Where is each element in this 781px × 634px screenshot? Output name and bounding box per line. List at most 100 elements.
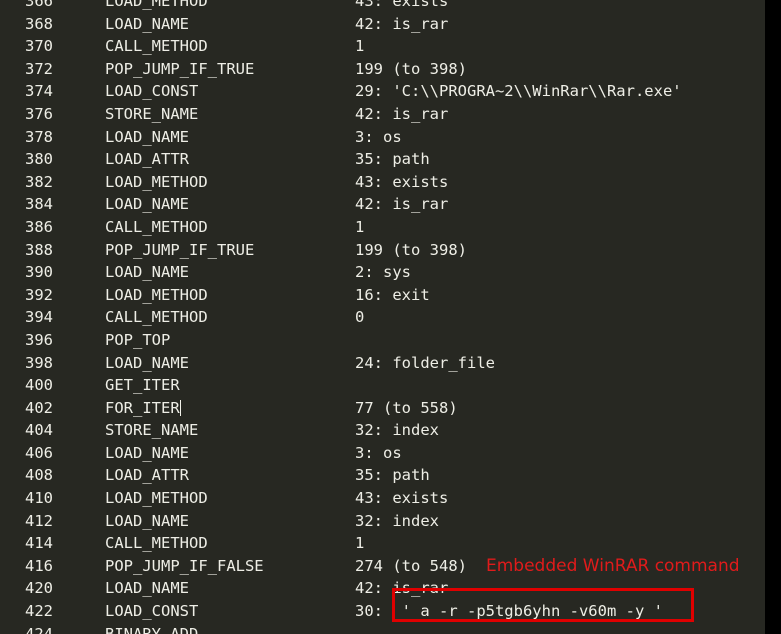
bytecode-argument: 42: is_rar [355, 103, 448, 126]
bytecode-argument: 32: index [355, 419, 439, 442]
bytecode-argument: 1 [355, 532, 364, 555]
disassembly-row[interactable]: 388 POP_JUMP_IF_TRUE 199 (to 398) [0, 239, 765, 262]
bytecode-offset: 376 [25, 103, 53, 126]
bytecode-offset: 408 [25, 464, 53, 487]
bytecode-opcode: POP_TOP [105, 329, 170, 352]
bytecode-offset: 386 [25, 216, 53, 239]
bytecode-offset: 420 [25, 577, 53, 600]
bytecode-opcode: LOAD_NAME [105, 352, 189, 375]
disassembly-row[interactable]: 410 LOAD_METHOD 43: exists [0, 487, 765, 510]
bytecode-argument: 35: path [355, 148, 430, 171]
bytecode-offset: 388 [25, 239, 53, 262]
bytecode-offset: 382 [25, 171, 53, 194]
disassembly-row[interactable]: 380 LOAD_ATTR 35: path [0, 148, 765, 171]
bytecode-offset: 422 [25, 600, 53, 623]
bytecode-opcode: LOAD_CONST [105, 600, 198, 623]
bytecode-opcode: POP_JUMP_IF_TRUE [105, 239, 254, 262]
disassembly-row[interactable]: 370CALL_METHOD1 [0, 35, 765, 58]
bytecode-offset: 370 [25, 35, 53, 58]
disassembly-row[interactable]: 396 POP_TOP [0, 329, 765, 352]
bytecode-offset: 402 [25, 397, 53, 420]
bytecode-opcode: LOAD_NAME [105, 577, 189, 600]
bytecode-argument: 35: path [355, 464, 430, 487]
disassembly-row[interactable]: 382LOAD_METHOD43: exists [0, 171, 765, 194]
bytecode-offset: 374 [25, 80, 53, 103]
bytecode-opcode: LOAD_NAME [105, 510, 189, 533]
bytecode-opcode: LOAD_ATTR [105, 148, 189, 171]
bytecode-offset: 372 [25, 58, 53, 81]
annotation-label-embedded-winrar-command: Embedded WinRAR command [486, 556, 740, 576]
bytecode-argument: 3: os [355, 442, 402, 465]
bytecode-opcode: GET_ITER [105, 374, 180, 397]
bytecode-offset: 410 [25, 487, 53, 510]
text-cursor-icon [180, 400, 181, 416]
disassembly-row[interactable]: 386 CALL_METHOD 1 [0, 216, 765, 239]
bytecode-offset: 390 [25, 261, 53, 284]
bytecode-offset: 368 [25, 13, 53, 36]
disassembly-row[interactable]: 408LOAD_ATTR35: path [0, 464, 765, 487]
disassembly-row[interactable]: 376 STORE_NAME 42: is_rar [0, 103, 765, 126]
bytecode-argument: 43: exists [355, 0, 448, 13]
disassembly-row[interactable]: 390LOAD_NAME2: sys [0, 261, 765, 284]
bytecode-argument: 0 [355, 306, 364, 329]
disassembly-row[interactable]: 414 CALL_METHOD 1 [0, 532, 765, 555]
bytecode-argument: 199 (to 398) [355, 239, 467, 262]
bytecode-offset: 378 [25, 126, 53, 149]
disassembly-row[interactable]: 392LOAD_METHOD16: exit [0, 284, 765, 307]
disassembly-row[interactable]: 406LOAD_NAME3: os [0, 442, 765, 465]
bytecode-offset: 380 [25, 148, 53, 171]
bytecode-argument: 1 [355, 35, 364, 58]
screenshot-root: 366LOAD_METHOD43: exists368LOAD_NAME42: … [0, 0, 781, 634]
disassembly-row[interactable]: 368LOAD_NAME42: is_rar [0, 13, 765, 36]
disassembly-row[interactable]: 412LOAD_NAME32: index [0, 510, 765, 533]
bytecode-opcode: LOAD_METHOD [105, 487, 208, 510]
disassembly-row[interactable]: 394 CALL_METHOD 0 [0, 306, 765, 329]
bytecode-argument: 30: ' a -r -p5tgb6yhn -v60m -y ' [355, 600, 663, 623]
bytecode-offset: 416 [25, 555, 53, 578]
disassembly-row[interactable]: 374LOAD_CONST29: 'C:\\PROGRA~2\\WinRar\\… [0, 80, 765, 103]
bytecode-offset: 400 [25, 374, 53, 397]
bytecode-offset: 396 [25, 329, 53, 352]
bytecode-argument: 42: is_rar [355, 193, 448, 216]
bytecode-argument: 43: exists [355, 487, 448, 510]
bytecode-argument: 274 (to 548) [355, 555, 467, 578]
text-caret-wrapper: FOR_ITER [105, 397, 181, 420]
disassembly-row[interactable]: 400 GET_ITER [0, 374, 765, 397]
bytecode-opcode: LOAD_METHOD [105, 284, 208, 307]
disassembly-row[interactable]: 422 LOAD_CONST 30: ' a -r -p5tgb6yhn -v60m… [0, 600, 765, 623]
bytecode-opcode: CALL_METHOD [105, 216, 208, 239]
bytecode-opcode: LOAD_NAME [105, 193, 189, 216]
bytecode-opcode: LOAD_METHOD [105, 0, 208, 13]
bytecode-argument: 42: is_rar [355, 13, 448, 36]
bytecode-opcode: LOAD_METHOD [105, 171, 208, 194]
disassembly-row[interactable]: 372POP_JUMP_IF_TRUE199 (to 398) [0, 58, 765, 81]
disassembly-row[interactable]: 404STORE_NAME32: index [0, 419, 765, 442]
bytecode-offset: 394 [25, 306, 53, 329]
bytecode-argument: 2: sys [355, 261, 411, 284]
code-listing[interactable]: 366LOAD_METHOD43: exists368LOAD_NAME42: … [0, 0, 765, 634]
bytecode-opcode: BINARY_ADD [105, 623, 198, 634]
bytecode-argument: 199 (to 398) [355, 58, 467, 81]
bytecode-offset: 384 [25, 193, 53, 216]
bytecode-opcode: CALL_METHOD [105, 306, 208, 329]
disassembly-row[interactable]: 378LOAD_NAME3: os [0, 126, 765, 149]
disassembly-row[interactable]: 402FOR_ITERFOR_ITER77 (to 558) [0, 397, 765, 420]
bytecode-opcode: STORE_NAME [105, 419, 198, 442]
bytecode-offset: 412 [25, 510, 53, 533]
disassembly-row[interactable]: 384 LOAD_NAME 42: is_rar [0, 193, 765, 216]
bytecode-offset: 414 [25, 532, 53, 555]
bytecode-opcode: POP_JUMP_IF_FALSE [105, 555, 264, 578]
bytecode-argument: 3: os [355, 126, 402, 149]
bytecode-argument: 1 [355, 216, 364, 239]
disassembly-row[interactable]: 424BINARY_ADD [0, 623, 765, 634]
bytecode-argument: 42: is_rar [355, 577, 448, 600]
disassembly-row[interactable]: 366 LOAD_METHOD 43: exists [0, 0, 765, 13]
bytecode-opcode: CALL_METHOD [105, 532, 208, 555]
bytecode-opcode: STORE_NAME [105, 103, 198, 126]
bytecode-argument: 24: folder_file [355, 352, 495, 375]
disassembly-panel[interactable]: 366LOAD_METHOD43: exists368LOAD_NAME42: … [0, 0, 765, 634]
disassembly-row[interactable]: 420 LOAD_NAME 42: is_rar [0, 577, 765, 600]
disassembly-row[interactable]: 398LOAD_NAME24: folder_file [0, 352, 765, 375]
bytecode-offset: 392 [25, 284, 53, 307]
bytecode-offset: 366 [25, 0, 53, 13]
